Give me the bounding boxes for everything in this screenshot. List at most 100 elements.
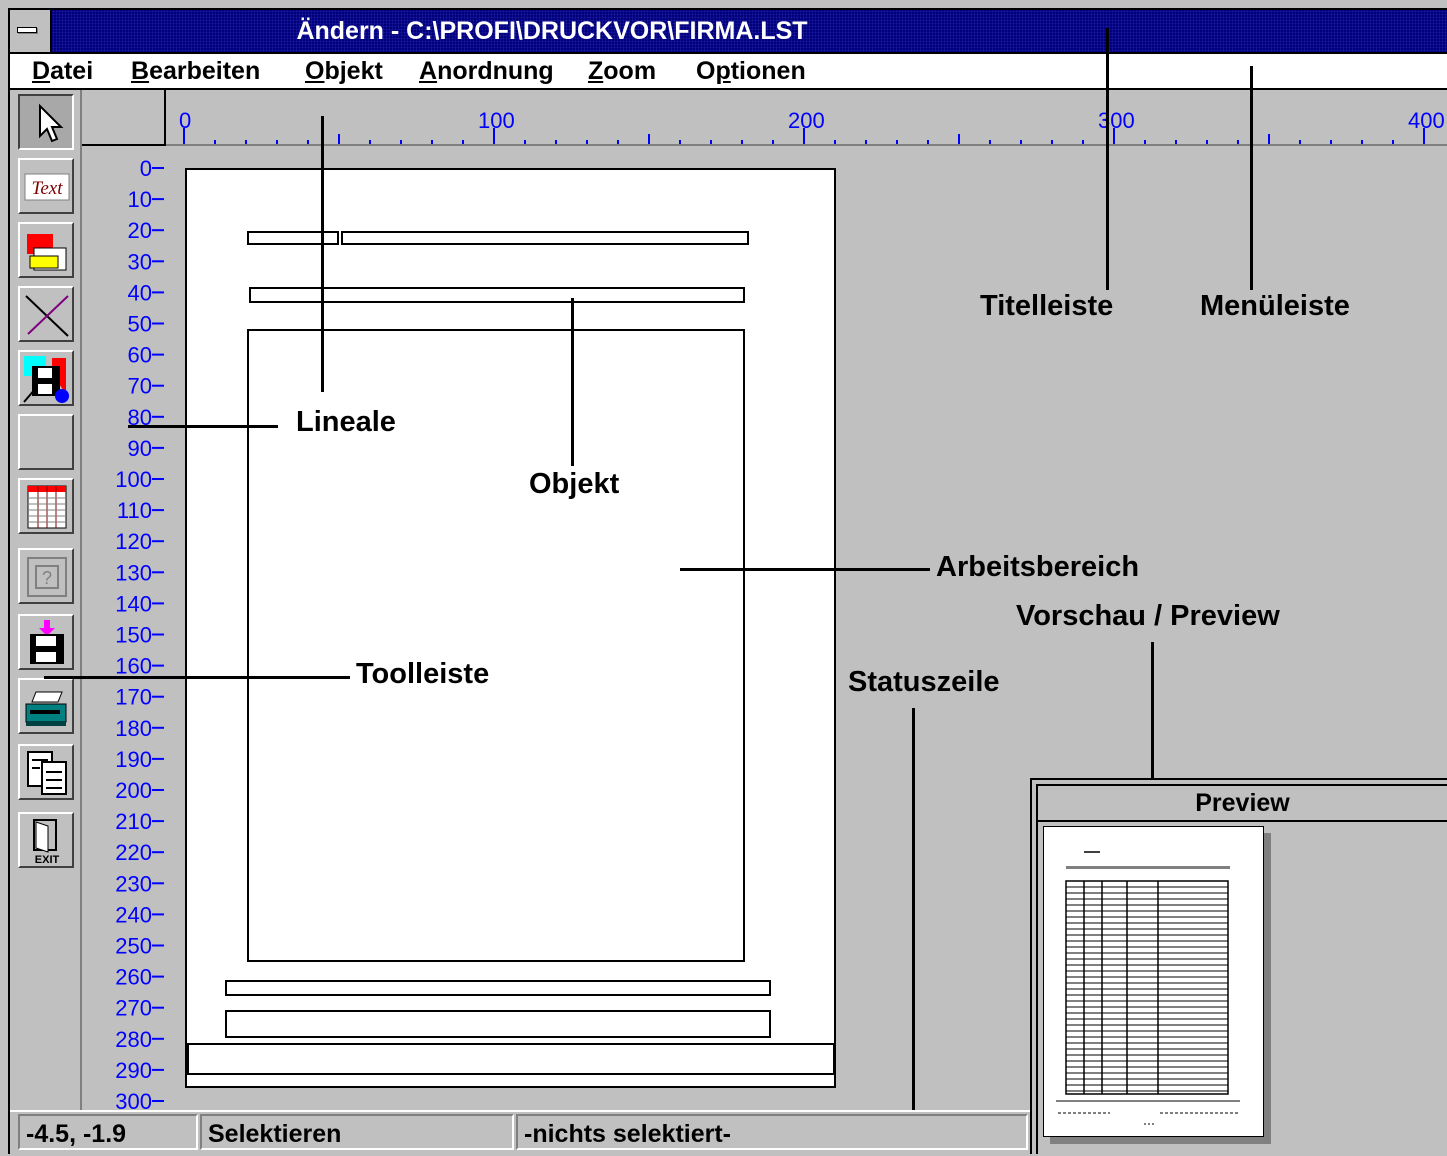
print-tool-button[interactable] [18, 678, 74, 734]
menueleiste-pointer-line [1250, 66, 1253, 290]
preview-page-content [1056, 851, 1240, 1125]
preview-title: Preview [1038, 786, 1447, 822]
blank-tool-icon [22, 418, 72, 468]
exit-door-icon: EXIT [33, 819, 60, 866]
svg-text:Text: Text [32, 178, 64, 199]
annotation-titelleiste: Titelleiste [980, 290, 1114, 322]
rectangle-tool-button[interactable] [18, 222, 74, 278]
header-field-object-1[interactable] [247, 231, 339, 245]
ruler-label: 70 [128, 374, 152, 399]
printer-icon [25, 691, 67, 726]
menu-objekt[interactable]: Objekt [305, 54, 383, 88]
pointer-icon [39, 103, 64, 143]
menu-anordnung[interactable]: Anordnung [419, 54, 554, 88]
ruler-label: 280 [115, 1027, 152, 1052]
ruler-label: 300 [1098, 108, 1135, 133]
preview-page-thumbnail [1043, 826, 1264, 1137]
annotation-lineale: Lineale [296, 406, 396, 438]
exit-tool-button[interactable]: EXIT [18, 812, 74, 868]
table-tool-icon [27, 485, 67, 529]
ruler-label: 200 [115, 778, 152, 803]
preview-tool-button[interactable] [18, 744, 74, 800]
save-image-icon [23, 356, 69, 403]
ruler-label: 250 [115, 934, 152, 959]
annotation-toolleiste: Toolleiste [356, 658, 490, 690]
annotation-statuszeile: Statuszeile [848, 666, 1000, 698]
help-tool-icon: ? [27, 557, 67, 597]
ruler-label: 130 [115, 560, 152, 585]
rectangle-color-icon [27, 234, 67, 271]
ruler-label: 180 [115, 716, 152, 741]
status-selection: -nichts selektiert- [516, 1114, 1028, 1150]
ruler-label: 140 [115, 591, 152, 616]
footer-object-1[interactable] [225, 980, 771, 996]
ruler-label: 10 [128, 187, 152, 212]
ruler-label: 110 [117, 498, 152, 523]
ruler-label: 0 [140, 156, 152, 181]
horizontal-ruler-ticks: 0 100 200 300 400 [166, 108, 1447, 146]
lineale-pointer-line-horizontal [128, 425, 278, 428]
ruler-corner [82, 90, 166, 146]
image-tool-button[interactable] [18, 350, 74, 406]
ruler-label: 210 [115, 809, 152, 834]
ruler-label: 100 [478, 108, 515, 133]
preview-pages-icon [27, 751, 67, 795]
system-menu-icon [17, 27, 37, 33]
ruler-label: 220 [115, 840, 152, 865]
ruler-label: 300 [115, 1089, 152, 1110]
text-tool-button[interactable]: Text [18, 158, 74, 214]
ruler-label: 20 [128, 218, 152, 243]
ruler-label: 260 [115, 965, 152, 990]
ruler-label: 100 [115, 467, 152, 492]
ruler-label: 60 [128, 343, 152, 368]
ruler-label: 290 [115, 1058, 152, 1083]
menu-datei[interactable]: Datei [32, 54, 93, 88]
lineale-pointer-line-vertical [321, 116, 324, 392]
line-tool-button[interactable] [18, 286, 74, 342]
ruler-label: 150 [115, 623, 152, 648]
footer-object-3[interactable] [187, 1043, 835, 1075]
menu-bearbeiten[interactable]: Bearbeiten [131, 54, 260, 88]
ruler-label: 400 [1408, 108, 1445, 133]
arbeitsbereich-pointer-line [680, 568, 930, 571]
statuszeile-pointer-line [912, 708, 915, 1130]
objekt-pointer-line [571, 298, 574, 466]
ruler-label: 120 [115, 529, 152, 554]
header-field-object-2[interactable] [341, 231, 749, 245]
ruler-label: 190 [115, 747, 152, 772]
ruler-label: 270 [115, 996, 152, 1021]
svg-text:EXIT: EXIT [35, 854, 60, 866]
ruler-label: 40 [128, 280, 152, 305]
ruler-label: 160 [115, 654, 152, 679]
window-title: Ändern - C:\PROFI\DRUCKVOR\FIRMA.LST [296, 17, 808, 45]
table-tool-button[interactable] [18, 478, 74, 534]
toolleiste-pointer-line [44, 676, 350, 679]
annotation-vorschau: Vorschau / Preview [1016, 600, 1280, 632]
menu-optionen[interactable]: Optionen [696, 54, 806, 88]
ruler-label: 230 [115, 871, 152, 896]
status-mode: Selektieren [200, 1114, 514, 1150]
save-disk-icon [30, 620, 64, 664]
blank-tool-button[interactable] [18, 414, 74, 470]
menu-zoom[interactable]: Zoom [588, 54, 656, 88]
annotation-arbeitsbereich: Arbeitsbereich [936, 551, 1140, 583]
footer-object-2[interactable] [225, 1010, 771, 1038]
vertical-ruler: 0 10 20 30 40 50 60 70 80 90 100 110 120 130 140 150 160… [82, 146, 166, 1114]
line-tool-icon [25, 295, 69, 337]
vertical-ruler-ticks: 0102030405060708090100110120130140150160… [115, 156, 164, 1114]
ruler-label: 30 [128, 249, 152, 274]
ruler-label: 170 [115, 685, 152, 710]
ruler-label: 240 [115, 902, 152, 927]
titelleiste-pointer-line [1106, 28, 1109, 290]
save-tool-button[interactable] [18, 614, 74, 670]
text-tool-icon: Text [24, 173, 70, 201]
horizontal-ruler: 0 100 200 300 400 [166, 90, 1447, 146]
svg-text:?: ? [42, 568, 52, 588]
ruler-label: 50 [128, 312, 152, 337]
status-coordinates: -4.5, -1.9 [18, 1114, 198, 1150]
pointer-tool-button[interactable] [18, 94, 74, 150]
annotation-objekt: Objekt [529, 468, 620, 500]
help-tool-button[interactable]: ? [18, 548, 74, 604]
menu-datei-rest: atei [50, 57, 94, 85]
ruler-label: 90 [128, 436, 152, 461]
